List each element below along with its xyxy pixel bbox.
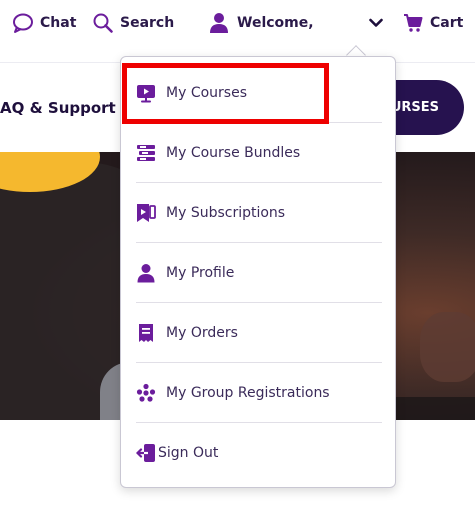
chat-icon: [13, 13, 33, 33]
welcome-label: Welcome,: [237, 15, 314, 31]
chat-link[interactable]: Chat: [12, 0, 76, 46]
menu-item-label: My Group Registrations: [166, 384, 330, 401]
account-menu-trigger[interactable]: Welcome,: [209, 0, 314, 46]
chevron-down-icon: [369, 18, 383, 27]
top-utility-bar: Chat Search Welcome, Cart: [0, 0, 475, 46]
account-menu-toggle[interactable]: [369, 0, 383, 46]
search-label: Search: [120, 15, 175, 31]
sign-out-icon: [136, 444, 155, 462]
chat-label: Chat: [40, 15, 77, 31]
subscription-play-icon: [137, 203, 156, 222]
menu-item-sign-out[interactable]: Sign Out: [136, 423, 382, 483]
search-link[interactable]: Search: [93, 0, 174, 46]
cart-icon: [404, 14, 423, 32]
menu-item-label: My Orders: [166, 324, 238, 341]
hero-shadow: [395, 397, 475, 420]
stack-icon: [137, 144, 155, 161]
menu-item-my-profile[interactable]: My Profile: [136, 243, 382, 303]
nav-faq-support[interactable]: AQ & Support: [0, 99, 116, 117]
person-icon: [137, 263, 155, 282]
menu-item-label: My Course Bundles: [166, 144, 301, 161]
menu-item-my-subscriptions[interactable]: My Subscriptions: [136, 183, 382, 243]
menu-item-label: My Profile: [166, 264, 235, 281]
menu-item-my-group-registrations[interactable]: My Group Registrations: [136, 363, 382, 423]
group-icon: [136, 383, 156, 402]
receipt-icon: [139, 323, 153, 342]
cart-label: Cart: [430, 15, 464, 31]
menu-item-label: My Subscriptions: [166, 204, 286, 221]
cart-link[interactable]: Cart: [403, 0, 463, 46]
menu-item-label: Sign Out: [158, 445, 219, 461]
user-icon: [210, 13, 228, 33]
courses-cta-label: URSES: [390, 100, 439, 115]
hero-glow: [420, 312, 475, 382]
menu-item-my-orders[interactable]: My Orders: [136, 303, 382, 363]
menu-item-my-course-bundles[interactable]: My Course Bundles: [136, 123, 382, 183]
search-icon: [93, 13, 113, 33]
highlight-box: [122, 63, 329, 124]
